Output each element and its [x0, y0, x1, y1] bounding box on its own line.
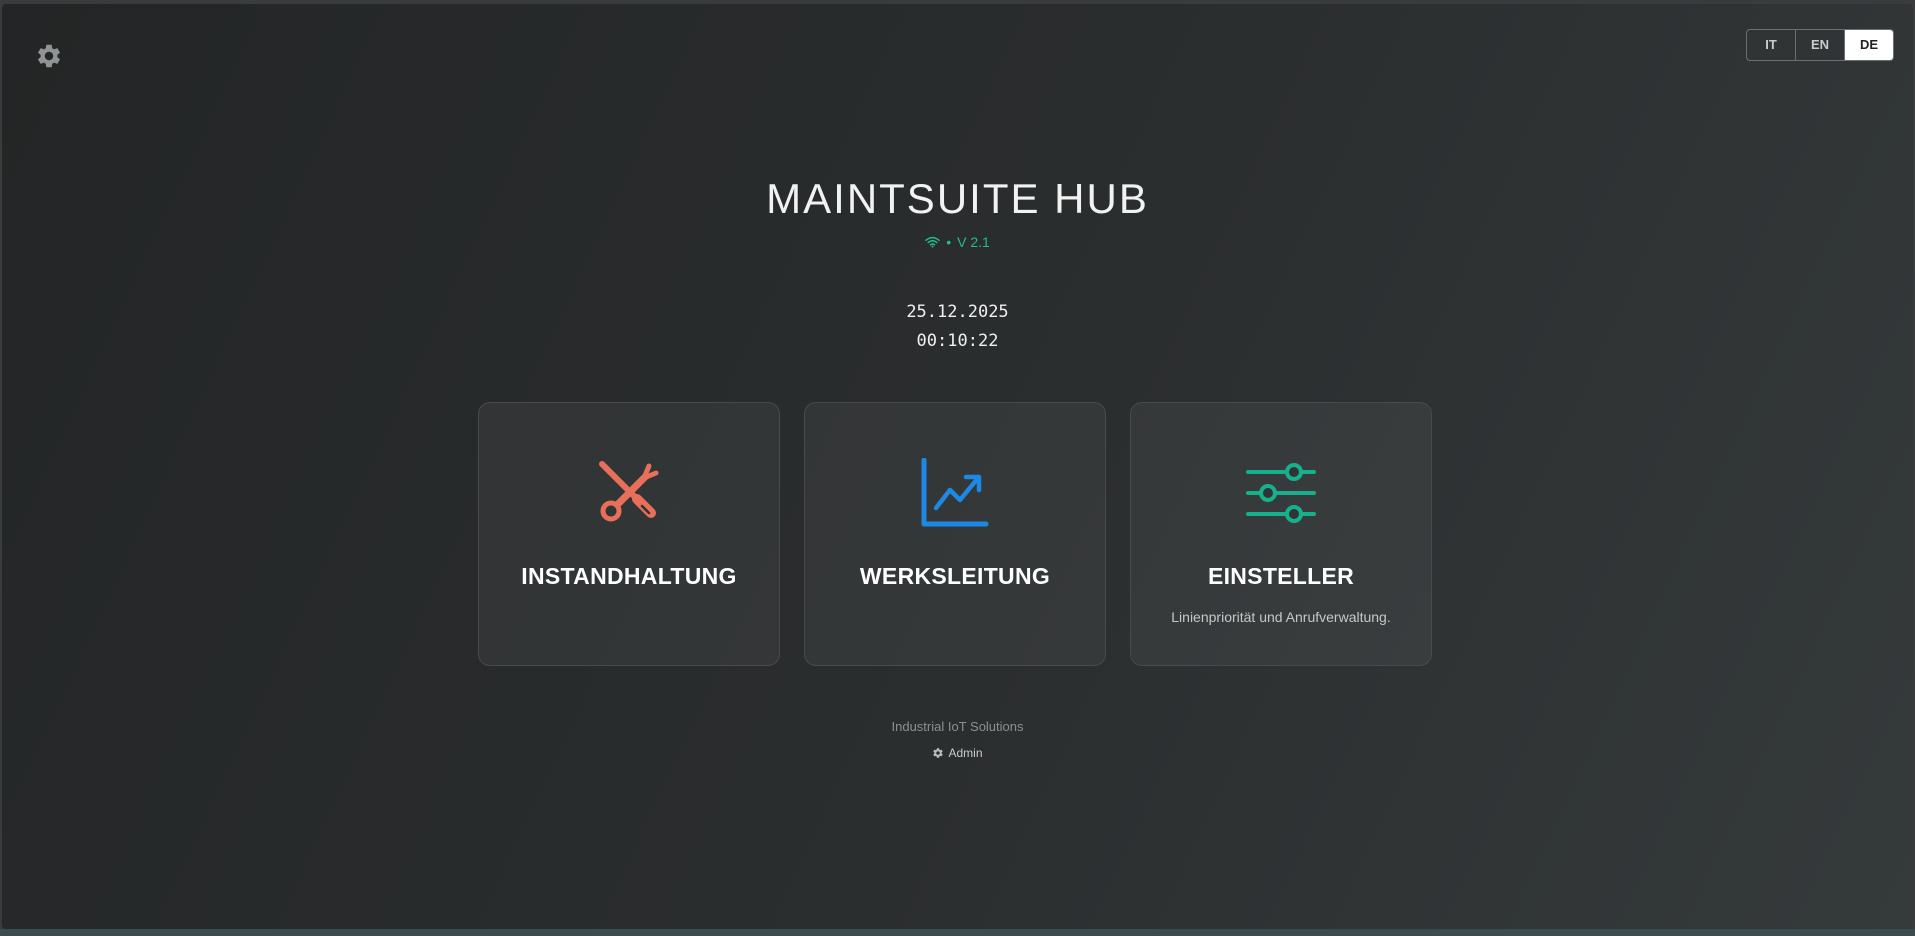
card-einsteller[interactable]: EINSTELLER Linienpriorität und Anrufverw…	[1130, 402, 1432, 666]
version-label: V 2.1	[957, 234, 990, 250]
clock-time: 00:10:22	[916, 331, 999, 351]
header: MAINTSUITE HUB • V 2.1	[2, 174, 1913, 250]
card-title: EINSTELLER	[1207, 563, 1355, 589]
status-separator: •	[946, 234, 952, 250]
card-instandhaltung[interactable]: INSTANDHALTUNG	[478, 402, 780, 666]
footer: Industrial IoT Solutions Admin	[2, 719, 1913, 764]
module-cards: INSTANDHALTUNG WERKSLEITUNG EINSTELLER L…	[478, 402, 1432, 666]
lang-button-en[interactable]: EN	[1796, 30, 1845, 60]
wifi-icon	[925, 236, 940, 248]
settings-gear-icon[interactable]	[35, 42, 63, 70]
company-name: Industrial IoT Solutions	[891, 719, 1024, 734]
status-line: • V 2.1	[2, 234, 1913, 250]
lang-button-it[interactable]: IT	[1747, 30, 1796, 60]
language-switcher: IT EN DE	[1746, 29, 1894, 61]
clock: 25.12.2025 00:10:22	[2, 298, 1913, 356]
card-description: Linienpriorität und Anrufverwaltung.	[1171, 609, 1391, 625]
card-title: INSTANDHALTUNG	[521, 563, 737, 589]
gear-icon	[932, 747, 944, 759]
app-title: MAINTSUITE HUB	[766, 175, 1149, 222]
window-bottom-edge	[0, 929, 1915, 936]
lang-button-de[interactable]: DE	[1845, 30, 1893, 60]
admin-link[interactable]: Admin	[932, 746, 983, 760]
admin-label: Admin	[948, 746, 983, 760]
card-werksleitung[interactable]: WERKSLEITUNG	[804, 402, 1106, 666]
app-container: IT EN DE MAINTSUITE HUB • V 2.1 25.12.20…	[2, 4, 1913, 929]
clock-date: 25.12.2025	[906, 302, 1009, 322]
tools-icon	[479, 458, 779, 528]
card-title: WERKSLEITUNG	[859, 563, 1051, 589]
sliders-icon	[1131, 458, 1431, 528]
chart-line-icon	[805, 458, 1105, 528]
